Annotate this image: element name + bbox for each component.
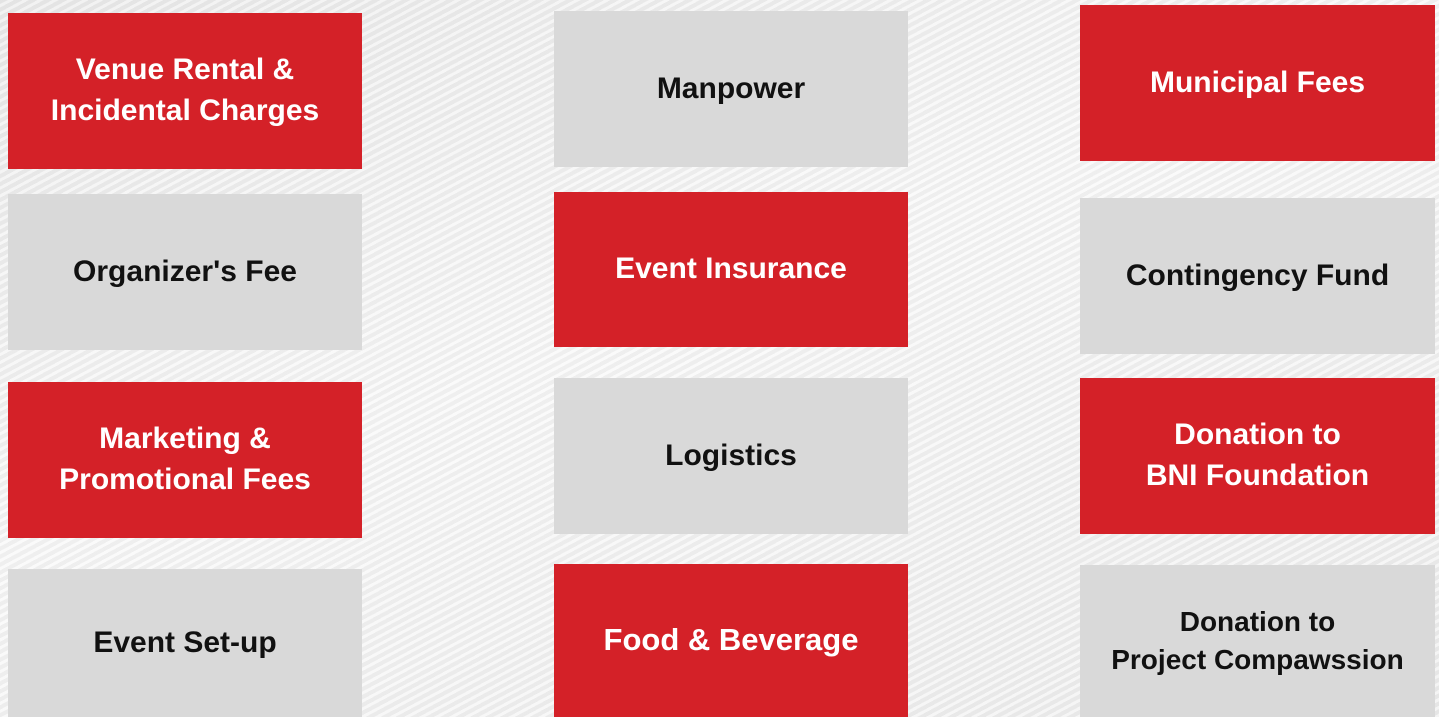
tile-donation-project: Donation to Project Compawssion — [1080, 565, 1435, 717]
tile-logistics-label: Logistics — [665, 438, 797, 472]
tile-manpower: Manpower — [554, 11, 908, 167]
tile-donation-bni-label: Donation to BNI Foundation — [1145, 418, 1370, 492]
tile-manpower-label: Manpower — [656, 71, 806, 105]
tile-donation-bni: Donation to BNI Foundation — [1080, 378, 1435, 534]
tile-event-insurance-label: Event Insurance — [615, 252, 847, 286]
tile-municipal-fees-label: Municipal Fees — [1149, 65, 1366, 99]
tile-contingency-fund: Contingency Fund — [1080, 198, 1435, 354]
tile-event-setup-label: Event Set-up — [93, 625, 277, 659]
tile-organizers-fee: Organizer's Fee — [8, 194, 362, 350]
tile-food-beverage: Food & Beverage — [554, 564, 908, 717]
tile-venue-rental: Venue Rental & Incidental Charges — [8, 13, 362, 169]
tile-event-setup: Event Set-up — [8, 569, 362, 717]
tile-venue-rental-label: Venue Rental & Incidental Charges — [50, 53, 320, 127]
tile-event-insurance: Event Insurance — [554, 192, 908, 347]
tile-food-beverage-label: Food & Beverage — [603, 622, 859, 658]
tile-contingency-fund-label: Contingency Fund — [1125, 258, 1390, 292]
tile-marketing-label: Marketing & Promotional Fees — [59, 422, 311, 496]
budget-breakdown-page: { "tiles": { "venue_rental": "Venue Rent… — [0, 0, 1439, 717]
tile-logistics: Logistics — [554, 378, 908, 534]
tile-marketing: Marketing & Promotional Fees — [8, 382, 362, 538]
tile-municipal-fees: Municipal Fees — [1080, 5, 1435, 161]
tile-donation-project-label: Donation to Project Compawssion — [1111, 605, 1404, 675]
tile-organizers-fee-label: Organizer's Fee — [73, 254, 297, 288]
